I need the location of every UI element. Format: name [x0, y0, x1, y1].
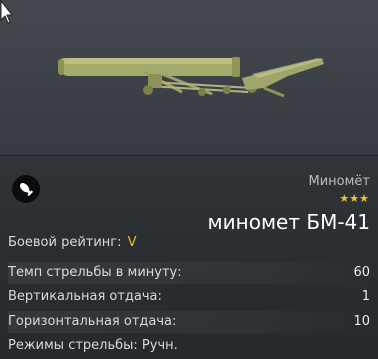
battle-rating-label: Боевой рейтинг: [8, 235, 122, 250]
stat-value: 1 [361, 289, 370, 304]
stat-label: Темп стрельбы в минуту: [8, 265, 182, 280]
rank-stars: ★★★ [339, 192, 369, 205]
stat-label: Горизонтальная отдача: [8, 314, 177, 329]
mouse-cursor-icon [0, 0, 12, 24]
weapon-preview [0, 0, 378, 155]
battle-rating-value: V [127, 235, 137, 250]
mortar-shell-icon [12, 175, 40, 203]
stat-label: Режимы стрельбы: Ручн. [8, 338, 178, 353]
stat-value: 60 [353, 265, 370, 280]
weapon-name: миномет БМ-41 [207, 210, 370, 234]
stat-row-fire-modes: Режимы стрельбы: Ручн. [8, 335, 370, 357]
stat-value: 10 [353, 314, 370, 329]
stat-row-fire-rate: Темп стрельбы в минуту: 60 [8, 262, 370, 284]
mortar-weapon-icon [58, 57, 324, 98]
stat-label: Вертикальная отдача: [8, 289, 162, 304]
stat-row-vertical-recoil: Вертикальная отдача: 1 [8, 286, 370, 308]
battle-rating: Боевой рейтинг: V [8, 235, 137, 250]
stat-row-horizontal-recoil: Горизонтальная отдача: 10 [8, 311, 370, 333]
weapon-category: Миномёт [308, 174, 371, 189]
